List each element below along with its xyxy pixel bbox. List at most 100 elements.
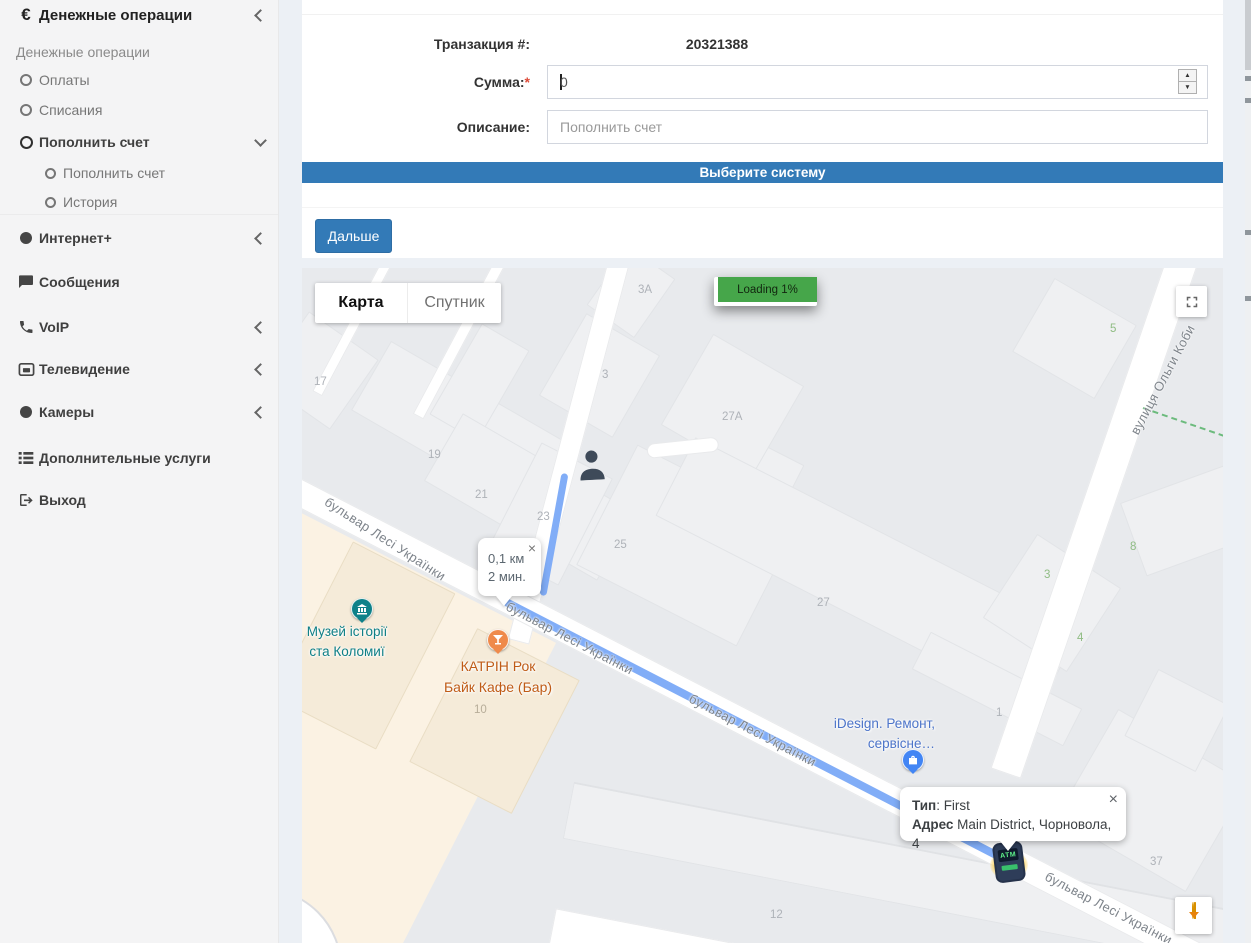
description-row: Описание:: [302, 110, 1223, 144]
route-duration: 2 мин.: [488, 568, 541, 586]
person-marker[interactable]: [577, 449, 607, 485]
scrollbar-thumb[interactable]: [1245, 0, 1251, 70]
topup-form-panel: Пополнить счет Транзакция #: 20321388 Су…: [302, 0, 1223, 258]
fullscreen-icon: [1183, 293, 1201, 311]
page-scrollbar[interactable]: [1245, 0, 1251, 943]
transaction-value: 20321388: [547, 36, 887, 52]
building-number: 19: [428, 449, 441, 461]
fullscreen-button[interactable]: [1176, 286, 1207, 317]
building-number: 23: [537, 511, 550, 523]
close-icon[interactable]: ×: [528, 541, 536, 555]
cafe-label[interactable]: КАТРІН Рок Байк Кафе (Бар): [418, 656, 578, 698]
circle-filled-icon: [14, 406, 38, 418]
amount-row: Сумма:* 0 ▲ ▼: [302, 65, 1223, 99]
sidebar-subitem-topup[interactable]: Пополнить счет: [0, 158, 278, 188]
sidebar-item-logout[interactable]: Выход: [0, 485, 278, 515]
building-number: 12: [770, 909, 783, 921]
sidebar-item-label: Списания: [39, 102, 102, 118]
logout-icon: [14, 492, 38, 508]
sidebar-item-label: Пополнить счет: [39, 134, 150, 150]
close-icon[interactable]: ×: [1109, 792, 1118, 808]
sidebar-item-label: Интернет+: [39, 230, 112, 246]
circle-icon: [38, 197, 62, 208]
sidebar-item-money-operations-header[interactable]: € Денежные операции: [0, 0, 278, 30]
map-building: [1012, 278, 1137, 399]
tv-icon: [14, 361, 38, 378]
list-icon: [14, 450, 38, 466]
spinner-up-icon[interactable]: ▲: [1179, 70, 1196, 82]
chevron-left-icon: [254, 321, 267, 334]
sidebar-section-label: Денежные операции: [16, 44, 150, 60]
sidebar-item-label: Выход: [39, 492, 86, 508]
sidebar-item-cameras[interactable]: Камеры: [0, 397, 278, 427]
chevron-down-icon: [254, 134, 267, 147]
map-path-dashed: [1143, 407, 1223, 437]
sidebar-item-label: Пополнить счет: [63, 165, 165, 181]
map-type-satellite-button[interactable]: Спутник: [407, 283, 501, 323]
map-type-map-button[interactable]: Карта: [315, 283, 407, 323]
divider: [302, 207, 1223, 208]
chevron-left-icon: [254, 406, 267, 419]
museum-label[interactable]: Музей історії ста Коломиї: [302, 622, 427, 662]
sidebar-item-internet[interactable]: Интернет+: [0, 223, 278, 253]
chevron-left-icon: [254, 363, 267, 376]
circle-icon: [14, 74, 38, 86]
sidebar-item-topup[interactable]: Пополнить счет: [0, 127, 278, 157]
number-spinner[interactable]: ▲ ▼: [1178, 69, 1197, 94]
sidebar-item-extra-services[interactable]: Дополнительные услуги: [0, 443, 278, 473]
building-number: 10: [474, 704, 487, 716]
sidebar-divider: [0, 214, 278, 215]
chevron-left-icon: [254, 9, 267, 22]
amount-input[interactable]: 0 ▲ ▼: [547, 65, 1208, 99]
building-number: 3: [602, 369, 608, 381]
app-window: € Денежные операции Денежные операции Оп…: [0, 0, 1251, 943]
circle-icon: [14, 136, 38, 149]
building-number: 4: [1077, 632, 1083, 644]
sidebar-item-voip[interactable]: VoIP: [0, 312, 278, 342]
infowindow-pointer: [1000, 841, 1016, 859]
map-type-control: Карта Спутник: [315, 283, 501, 323]
idesign-pin[interactable]: [902, 749, 924, 779]
building-number: 27: [817, 597, 830, 609]
divider: [302, 14, 1223, 15]
building-number: 8: [1130, 541, 1136, 553]
sidebar-item-label: VoIP: [39, 319, 69, 335]
sidebar-item-label: История: [63, 194, 117, 210]
sidebar-subitem-history[interactable]: История: [0, 187, 278, 217]
route-tooltip: × 0,1 км 2 мин.: [478, 538, 541, 596]
euro-icon: €: [14, 5, 38, 25]
idesign-label[interactable]: iDesign. Ремонт, сервісне…: [735, 714, 935, 754]
map[interactable]: 3A 17 19 21 23 25 3 27A 27 5 8 3 4 1 37 …: [302, 268, 1223, 943]
description-input[interactable]: [547, 110, 1208, 144]
sidebar-item-messages[interactable]: Сообщения: [0, 267, 278, 297]
sidebar-item-label: Телевидение: [39, 361, 130, 377]
sidebar-item-payments[interactable]: Оплаты: [0, 65, 278, 95]
building-number: 1: [996, 707, 1002, 719]
building-number: 3: [1044, 569, 1050, 581]
circle-icon: [14, 104, 38, 116]
building-number: 21: [475, 489, 488, 501]
building-number: 25: [614, 539, 627, 551]
sidebar: € Денежные операции Денежные операции Оп…: [0, 0, 279, 943]
amount-label: Сумма:*: [302, 74, 542, 90]
loading-indicator: Loading 1%: [714, 277, 817, 306]
loading-label: Loading 1%: [718, 277, 817, 302]
sidebar-item-label: Оплаты: [39, 72, 90, 88]
cafe-pin[interactable]: [487, 629, 509, 659]
map-building: [1120, 466, 1223, 577]
chevron-left-icon: [254, 232, 267, 245]
sidebar-item-label: Сообщения: [39, 274, 120, 290]
tooltip-pointer: [496, 596, 512, 614]
next-button[interactable]: Дальше: [315, 219, 392, 253]
building-number: 27A: [722, 411, 742, 423]
sidebar-item-writeoffs[interactable]: Списания: [0, 95, 278, 125]
description-label: Описание:: [302, 119, 542, 135]
building-number: 37: [1150, 856, 1163, 868]
sidebar-item-tv[interactable]: Телевидение: [0, 354, 278, 384]
pegman-icon: [1184, 903, 1204, 929]
required-asterisk: *: [525, 74, 530, 90]
circle-filled-icon: [14, 232, 38, 244]
pegman-button[interactable]: [1175, 897, 1212, 934]
transaction-label: Транзакция #:: [302, 36, 542, 52]
spinner-down-icon[interactable]: ▼: [1179, 82, 1196, 93]
